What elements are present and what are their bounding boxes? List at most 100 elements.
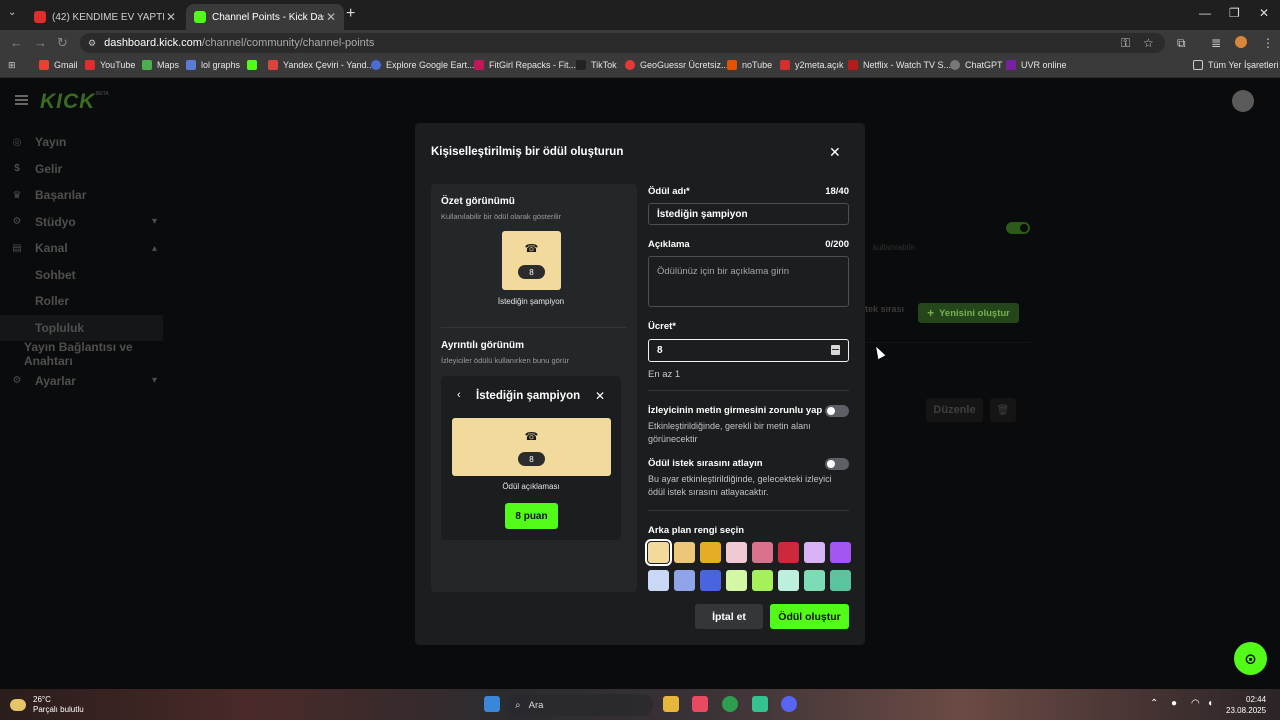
bookmark-star-icon[interactable]: ☆ <box>1143 36 1154 50</box>
bookmark-lol-graphs[interactable]: lol graphs <box>186 60 240 70</box>
tray-app-icon[interactable]: ● <box>1171 698 1177 709</box>
skip-queue-toggle[interactable] <box>825 458 849 470</box>
windows-start-icon[interactable] <box>484 696 500 712</box>
color-swatch[interactable] <box>726 542 747 563</box>
site-info-icon[interactable]: ⚙ <box>88 38 96 49</box>
reward-tile-name: İstediğin şampiyon <box>497 297 565 306</box>
bookmark-youtube[interactable]: YouTube <box>85 60 135 70</box>
restore-icon[interactable]: ❐ <box>1229 6 1240 20</box>
bookmark-notube[interactable]: noTube <box>727 60 772 70</box>
hamburger-menu-icon[interactable] <box>15 95 28 105</box>
reward-name-input[interactable]: İstediğin şampiyon <box>648 203 849 225</box>
channel-points-toggle[interactable] <box>1006 222 1030 234</box>
close-icon[interactable]: ✕ <box>829 144 841 161</box>
discord-icon[interactable] <box>781 696 797 712</box>
tab-youtube[interactable]: (42) KENDİME EV YAPTIM - Am ✕ <box>26 4 184 30</box>
tab-search-chevron-icon[interactable]: ⌄ <box>8 7 16 18</box>
color-swatch[interactable] <box>700 570 721 591</box>
bookmark-tiktok[interactable]: TikTok <box>576 60 617 70</box>
tray-overflow-icon[interactable]: ⌃ <box>1150 698 1158 709</box>
color-swatch[interactable] <box>830 542 851 563</box>
bookmark-uvr[interactable]: UVR online <box>1006 60 1067 70</box>
sidebar-item-yayin[interactable]: ◎ Yayın <box>0 129 163 156</box>
color-swatch[interactable] <box>674 570 695 591</box>
taskbar-search[interactable]: ⌕ Ara <box>507 694 653 716</box>
bookmark-fitgirl[interactable]: FitGirl Repacks - Fit... <box>474 60 576 70</box>
close-tab-icon[interactable]: ✕ <box>326 10 336 24</box>
music-app-icon[interactable] <box>692 696 708 712</box>
sidebar-item-sohbet[interactable]: Sohbet <box>0 262 163 289</box>
all-bookmarks[interactable]: Tüm Yer İşaretleri <box>1193 60 1279 70</box>
user-avatar[interactable] <box>1232 90 1254 112</box>
menu-kebab-icon[interactable]: ⋮ <box>1262 36 1274 50</box>
profile-avatar[interactable] <box>1235 36 1247 48</box>
detail-view-subtitle: İzleyiciler ödülü kullanırken bunu görür <box>441 356 569 365</box>
edit-button[interactable]: Düzenle <box>926 398 983 422</box>
bookmark-chatgpt[interactable]: ChatGPT <box>950 60 1003 70</box>
sidebar-item-roller[interactable]: Roller <box>0 288 163 315</box>
color-swatch[interactable] <box>778 570 799 591</box>
sidebar-item-ayarlar[interactable]: ⚙ Ayarlar ▾ <box>0 368 163 395</box>
color-swatch[interactable] <box>752 542 773 563</box>
color-swatch[interactable] <box>830 570 851 591</box>
create-reward-button[interactable]: Ödül oluştur <box>770 604 849 629</box>
sidebar-item-kanal[interactable]: ▤ Kanal ▴ <box>0 235 163 262</box>
require-text-toggle[interactable] <box>825 405 849 417</box>
app-icon[interactable] <box>752 696 768 712</box>
minimize-icon[interactable]: — <box>1199 6 1211 20</box>
kick-logo[interactable]: KICK <box>40 90 95 114</box>
wifi-icon[interactable]: ◠ <box>1191 698 1200 709</box>
request-queue-button[interactable]: stek sırası <box>860 304 904 314</box>
sidebar-item-gelir[interactable]: $ Gelir <box>0 156 163 183</box>
color-swatch[interactable] <box>645 539 672 566</box>
color-swatch[interactable] <box>726 570 747 591</box>
reload-icon[interactable]: ↻ <box>57 35 68 51</box>
bookmark-y2meta[interactable]: y2meta.açık <box>780 60 844 70</box>
sidebar-item-studyo[interactable]: ⚙ Stüdyo ▾ <box>0 209 163 236</box>
close-tab-icon[interactable]: ✕ <box>166 10 176 24</box>
chevron-up-icon: ▴ <box>151 242 157 254</box>
cancel-button[interactable]: İptal et <box>695 604 763 629</box>
bookmark-netflix[interactable]: Netflix - Watch TV S... <box>848 60 951 70</box>
help-chat-button[interactable]: ⊙ <box>1234 642 1267 675</box>
url-bar[interactable]: ⚙ dashboard.kick.com/channel/community/c… <box>80 33 1165 53</box>
password-key-icon[interactable]: ⚿ <box>1121 36 1130 51</box>
color-swatch[interactable] <box>674 542 695 563</box>
create-new-button[interactable]: + Yenisini oluştur <box>918 303 1019 323</box>
color-swatch[interactable] <box>648 570 669 591</box>
back-arrow-icon[interactable]: ← <box>10 35 23 50</box>
description-textarea[interactable]: Ödülünüz için bir açıklama girin <box>648 256 849 307</box>
sidebar-item-stream-key[interactable]: Yayın Bağlantısı ve Anahtarı <box>0 340 163 368</box>
close-window-icon[interactable]: ✕ <box>1259 6 1269 20</box>
extensions-icon[interactable]: ⧉ <box>1177 36 1186 51</box>
forward-arrow-icon[interactable]: → <box>34 35 47 50</box>
color-swatch[interactable] <box>804 570 825 591</box>
color-swatch[interactable] <box>700 542 721 563</box>
enabled-text: kullanılabilir. <box>873 243 917 252</box>
bookmark-maps[interactable]: Maps <box>142 60 179 70</box>
clock[interactable]: 02:44 23.08.2025 <box>1226 694 1266 716</box>
chrome-icon[interactable] <box>722 696 738 712</box>
bookmark-gmail[interactable]: Gmail <box>39 60 78 70</box>
cost-input[interactable]: 8 <box>648 339 849 362</box>
volume-icon[interactable]: ◖ <box>1207 698 1213 709</box>
reading-list-icon[interactable]: ≣ <box>1211 36 1221 50</box>
file-explorer-icon[interactable] <box>663 696 679 712</box>
reward-description-preview: Ödül açıklaması <box>502 482 560 491</box>
bookmark-yandex[interactable]: Yandex Çeviri - Yand... <box>268 60 374 70</box>
color-swatch[interactable] <box>804 542 825 563</box>
bookmark-kick[interactable] <box>247 60 262 70</box>
sidebar-item-basarilar[interactable]: ♛ Başarılar <box>0 182 163 209</box>
sidebar-item-topluluk[interactable]: Topluluk <box>0 314 163 341</box>
weather-widget[interactable]: 26°C Parçalı bulutlu <box>10 695 84 715</box>
apps-grid-icon[interactable]: ⊞ <box>8 60 16 71</box>
kick-icon <box>247 60 257 70</box>
number-stepper-icon[interactable] <box>831 345 840 355</box>
trash-icon[interactable]: 🗑 <box>990 398 1016 422</box>
bookmark-geoguessr[interactable]: GeoGuessr Ücretsiz... <box>625 60 729 70</box>
color-swatch[interactable] <box>752 570 773 591</box>
tab-channel-points[interactable]: Channel Points - Kick Dashboar ✕ <box>186 4 344 30</box>
new-tab-button[interactable]: + <box>346 5 355 23</box>
color-swatch[interactable] <box>778 542 799 563</box>
bookmark-google-earth[interactable]: Explore Google Eart... <box>371 60 475 70</box>
